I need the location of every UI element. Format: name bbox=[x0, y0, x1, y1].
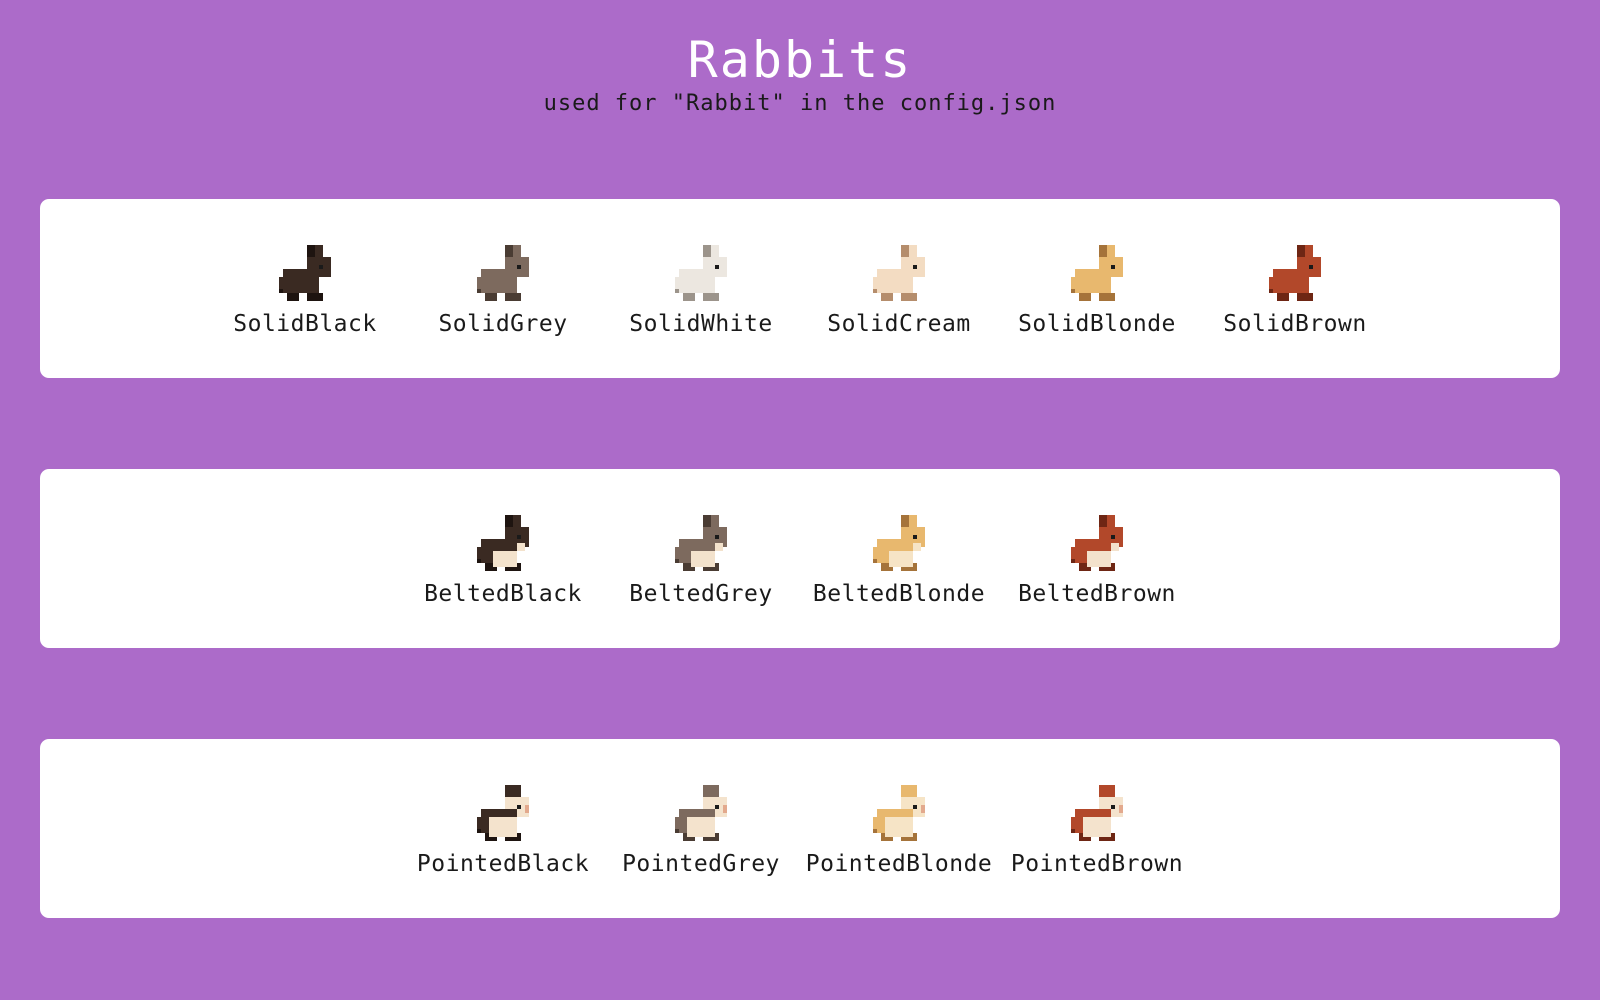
rabbit-sprite-icon bbox=[1067, 245, 1127, 305]
rabbit-option-solid-cream[interactable]: SolidCream bbox=[807, 245, 991, 337]
rabbit-label: BeltedBlack bbox=[424, 581, 582, 607]
rabbit-option-solid-black[interactable]: SolidBlack bbox=[213, 245, 397, 337]
page-title: Rabbits bbox=[687, 31, 913, 89]
rabbit-label: SolidBlack bbox=[233, 311, 377, 337]
rabbit-sprite-icon bbox=[671, 515, 731, 575]
solid-rabbits-panel: SolidBlack SolidGrey SolidWhite SolidCream S… bbox=[40, 199, 1560, 378]
rabbit-label: SolidBlonde bbox=[1018, 311, 1176, 337]
rabbit-label: SolidBrown bbox=[1223, 311, 1367, 337]
rabbit-sprite-icon bbox=[869, 515, 929, 575]
rabbit-sprite-icon bbox=[473, 515, 533, 575]
rabbit-label: SolidGrey bbox=[438, 311, 568, 337]
rabbit-option-solid-brown[interactable]: SolidBrown bbox=[1203, 245, 1387, 337]
rabbit-option-belted-brown[interactable]: BeltedBrown bbox=[1005, 515, 1189, 607]
rabbit-option-pointed-blonde[interactable]: PointedBlonde bbox=[805, 785, 993, 877]
rabbit-label: PointedBlonde bbox=[805, 851, 993, 877]
belted-rabbits-list: BeltedBlack BeltedGrey BeltedBlonde BeltedB… bbox=[411, 515, 1189, 607]
page-subtitle: used for "Rabbit" in the config.json bbox=[543, 91, 1057, 116]
rabbit-option-pointed-black[interactable]: PointedBlack bbox=[411, 785, 595, 877]
rabbit-option-belted-grey[interactable]: BeltedGrey bbox=[609, 515, 793, 607]
rabbit-option-solid-white[interactable]: SolidWhite bbox=[609, 245, 793, 337]
rabbit-sprite-icon bbox=[671, 245, 731, 305]
solid-rabbits-list: SolidBlack SolidGrey SolidWhite SolidCream S… bbox=[213, 245, 1387, 337]
rabbit-sprite-icon bbox=[275, 245, 335, 305]
rabbit-sprite-icon bbox=[473, 785, 533, 845]
rabbit-label: BeltedBrown bbox=[1018, 581, 1176, 607]
page-header: Rabbits used for "Rabbit" in the config.… bbox=[0, 30, 1600, 118]
rabbit-label: SolidCream bbox=[827, 311, 971, 337]
rabbit-sprite-icon bbox=[1265, 245, 1325, 305]
rabbit-sprite-icon bbox=[473, 245, 533, 305]
rabbit-label: SolidWhite bbox=[629, 311, 773, 337]
rabbit-label: PointedBlack bbox=[416, 851, 590, 877]
rabbit-option-belted-blonde[interactable]: BeltedBlonde bbox=[807, 515, 991, 607]
belted-rabbits-panel: BeltedBlack BeltedGrey BeltedBlonde BeltedB… bbox=[40, 469, 1560, 648]
rabbit-sprite-icon bbox=[671, 785, 731, 845]
rabbit-label: PointedGrey bbox=[622, 851, 780, 877]
rabbit-option-pointed-brown[interactable]: PointedBrown bbox=[1005, 785, 1189, 877]
rabbit-sprite-icon bbox=[1067, 515, 1127, 575]
rabbit-label: BeltedGrey bbox=[629, 581, 773, 607]
rabbit-sprite-icon bbox=[869, 245, 929, 305]
rabbit-label: PointedBrown bbox=[1010, 851, 1184, 877]
rabbit-sprite-icon bbox=[869, 785, 929, 845]
rabbit-option-solid-grey[interactable]: SolidGrey bbox=[411, 245, 595, 337]
rabbit-label: BeltedBlonde bbox=[812, 581, 986, 607]
rabbit-sprite-icon bbox=[1067, 785, 1127, 845]
rabbit-option-solid-blonde[interactable]: SolidBlonde bbox=[1005, 245, 1189, 337]
rabbit-option-pointed-grey[interactable]: PointedGrey bbox=[609, 785, 793, 877]
pointed-rabbits-list: PointedBlack PointedGrey PointedBlonde Poin… bbox=[411, 785, 1189, 877]
pointed-rabbits-panel: PointedBlack PointedGrey PointedBlonde Poin… bbox=[40, 739, 1560, 918]
rabbit-option-belted-black[interactable]: BeltedBlack bbox=[411, 515, 595, 607]
